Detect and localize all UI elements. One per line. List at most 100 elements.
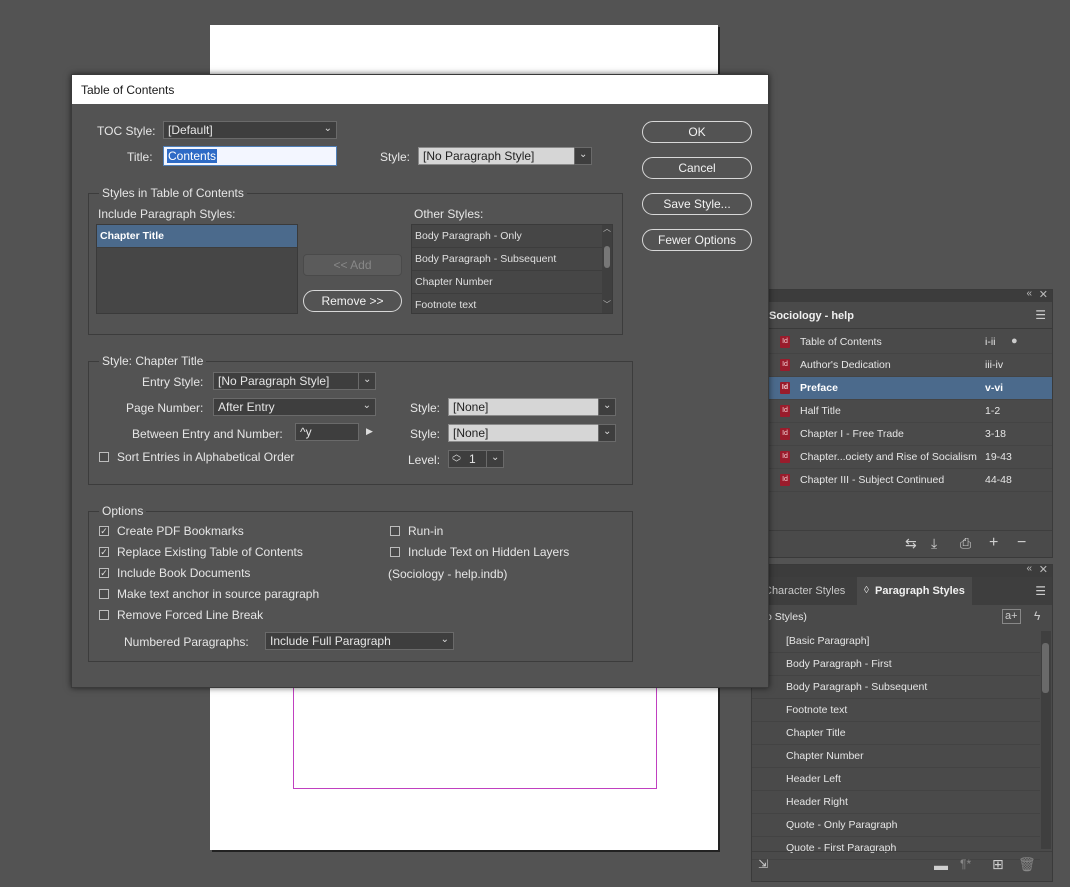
include-book-checkbox[interactable]: ✓ [99, 568, 109, 578]
chevron-down-icon: ⌄ [440, 634, 449, 645]
chevron-down-icon: ⌄ [598, 424, 616, 442]
clear-overrides-icon[interactable]: ¶* [960, 857, 971, 871]
replace-existing-label: Replace Existing Table of Contents [117, 545, 303, 559]
between-style-select[interactable]: [None] ⌄ [448, 424, 616, 442]
book-document-row[interactable]: Id Chapter...ociety and Rise of Socialism… [769, 446, 1052, 469]
list-item[interactable]: [Basic Paragraph] [752, 630, 1040, 653]
title-input-value: Contents [167, 149, 218, 163]
create-pdf-checkbox[interactable]: ✓ [99, 526, 109, 536]
book-document-row[interactable]: Id Chapter I - Free Trade 3-18 [769, 423, 1052, 446]
cancel-button[interactable]: Cancel [642, 157, 752, 179]
chevron-down-icon[interactable]: ﹀ [603, 299, 611, 310]
include-styles-list[interactable]: Chapter Title [96, 224, 298, 314]
save-book-icon[interactable]: ⤓ [931, 535, 937, 552]
insert-special-arrow-icon[interactable]: ▶ [366, 426, 373, 437]
remove-document-icon[interactable]: − [1017, 534, 1026, 552]
list-item[interactable]: Footnote text [412, 294, 612, 313]
stepper-arrows-icon[interactable]: ︿ ﹀ [452, 450, 461, 468]
list-item[interactable]: Body Paragraph - Subsequent [412, 248, 612, 271]
list-item[interactable]: Header Left [752, 768, 1040, 791]
indesign-doc-icon: Id [780, 451, 790, 463]
run-in-checkbox[interactable] [390, 526, 400, 536]
list-item[interactable]: Quote - Only Paragraph [752, 814, 1040, 837]
chevron-up-icon[interactable]: ︿ [603, 225, 611, 234]
other-styles-label: Other Styles: [414, 207, 484, 221]
list-item[interactable]: Chapter Number [412, 271, 612, 294]
book-document-row[interactable]: Id Preface v-vi [769, 377, 1052, 400]
title-input[interactable]: Contents [163, 146, 337, 166]
print-icon[interactable]: ⎙ [960, 535, 971, 552]
list-item[interactable]: Chapter Title [97, 225, 297, 248]
add-button[interactable]: << Add [303, 254, 402, 276]
remove-break-checkbox[interactable] [99, 610, 109, 620]
numbered-paragraphs-value: Include Full Paragraph [270, 634, 391, 648]
folder-icon[interactable]: ▬ [934, 857, 948, 873]
indesign-doc-icon: Id [780, 382, 790, 394]
page-range: iii-iv [985, 359, 1004, 371]
list-item[interactable]: Body Paragraph - Subsequent [752, 676, 1040, 699]
page-range: 19-43 [985, 451, 1012, 463]
load-styles-icon[interactable]: ⇲ [758, 857, 768, 871]
document-name: Chapter...ociety and Rise of Socialism [800, 451, 977, 463]
fewer-options-button[interactable]: Fewer Options [642, 229, 752, 251]
close-icon[interactable]: ✕ [1039, 288, 1048, 301]
book-document-row[interactable]: Id Author's Dedication iii-iv [769, 354, 1052, 377]
list-item[interactable]: Footnote text [752, 699, 1040, 722]
entry-style-value: [No Paragraph Style] [218, 374, 330, 388]
toc-style-select[interactable]: [Default] ⌄ [163, 121, 337, 139]
book-name-label: (Sociology - help.indb) [388, 567, 508, 581]
include-styles-label: Include Paragraph Styles: [98, 207, 236, 221]
add-document-icon[interactable]: + [989, 534, 998, 552]
numbered-paragraphs-select[interactable]: Include Full Paragraph ⌄ [265, 632, 454, 650]
book-document-row[interactable]: Id Table of Contents i-ii ● [769, 331, 1052, 354]
close-icon[interactable]: ✕ [1039, 563, 1048, 576]
new-style-from-selection-icon[interactable]: a+ [1002, 609, 1021, 624]
panel-menu-icon[interactable]: ☰ [1035, 584, 1046, 598]
toc-dialog: Table of Contents TOC Style: [Default] ⌄… [71, 74, 769, 688]
tab-character-styles[interactable]: Character Styles [764, 585, 845, 597]
remove-button[interactable]: Remove >> [303, 290, 402, 312]
level-stepper[interactable]: ︿ ﹀ 1 ⌄ [448, 450, 504, 468]
list-item[interactable]: Chapter Title [752, 722, 1040, 745]
include-hidden-label: Include Text on Hidden Layers [408, 545, 570, 559]
current-style-label: o Styles) [766, 611, 807, 623]
new-style-icon[interactable]: ⊞ [992, 856, 1004, 873]
make-anchor-checkbox[interactable] [99, 589, 109, 599]
tab-paragraph-styles[interactable]: ◊ Paragraph Styles [857, 577, 972, 605]
list-item[interactable]: Header Right [752, 791, 1040, 814]
quick-apply-icon[interactable]: ϟ [1034, 609, 1040, 623]
book-document-row[interactable]: Id Half Title 1-2 [769, 400, 1052, 423]
sync-icon[interactable]: ⇆ [905, 535, 917, 552]
collapse-icon[interactable]: « [1026, 288, 1032, 299]
book-panel-header: Sociology - help ☰ [769, 302, 1052, 329]
other-styles-list[interactable]: Body Paragraph - Only Body Paragraph - S… [411, 224, 613, 314]
page-number-style-select[interactable]: [None] ⌄ [448, 398, 616, 416]
list-item[interactable]: Chapter Number [752, 745, 1040, 768]
ok-button[interactable]: OK [642, 121, 752, 143]
collapse-icon[interactable]: « [1026, 563, 1032, 574]
entry-style-label: Entry Style: [142, 375, 204, 389]
list-item[interactable]: Body Paragraph - First [752, 653, 1040, 676]
save-style-button[interactable]: Save Style... [642, 193, 752, 215]
other-styles-scrollbar[interactable]: ︿ ﹀ [602, 225, 612, 313]
title-style-label: Style: [380, 150, 411, 164]
chevron-down-icon: ⌄ [362, 400, 371, 411]
replace-existing-checkbox[interactable]: ✓ [99, 547, 109, 557]
styles-scrollbar[interactable] [1041, 631, 1051, 849]
run-in-label: Run-in [408, 524, 444, 538]
entry-style-select[interactable]: [No Paragraph Style] ⌄ [213, 372, 376, 390]
toc-style-label: TOC Style: [97, 124, 156, 138]
include-hidden-checkbox[interactable] [390, 547, 400, 557]
numbered-paragraphs-label: Numbered Paragraphs: [124, 635, 249, 649]
book-document-row[interactable]: Id Chapter III - Subject Continued 44-48 [769, 469, 1052, 492]
scroll-thumb[interactable] [1042, 643, 1049, 693]
title-style-select[interactable]: [No Paragraph Style] ⌄ [418, 147, 592, 165]
page-number-select[interactable]: After Entry ⌄ [213, 398, 376, 416]
panel-menu-icon[interactable]: ☰ [1035, 308, 1046, 322]
page-number-value: After Entry [218, 400, 275, 414]
delete-style-icon[interactable]: 🗑 [1018, 856, 1036, 873]
sort-checkbox[interactable] [99, 452, 109, 462]
scroll-thumb[interactable] [604, 246, 610, 268]
list-item[interactable]: Body Paragraph - Only [412, 225, 612, 248]
between-input[interactable]: ^y [295, 423, 359, 441]
